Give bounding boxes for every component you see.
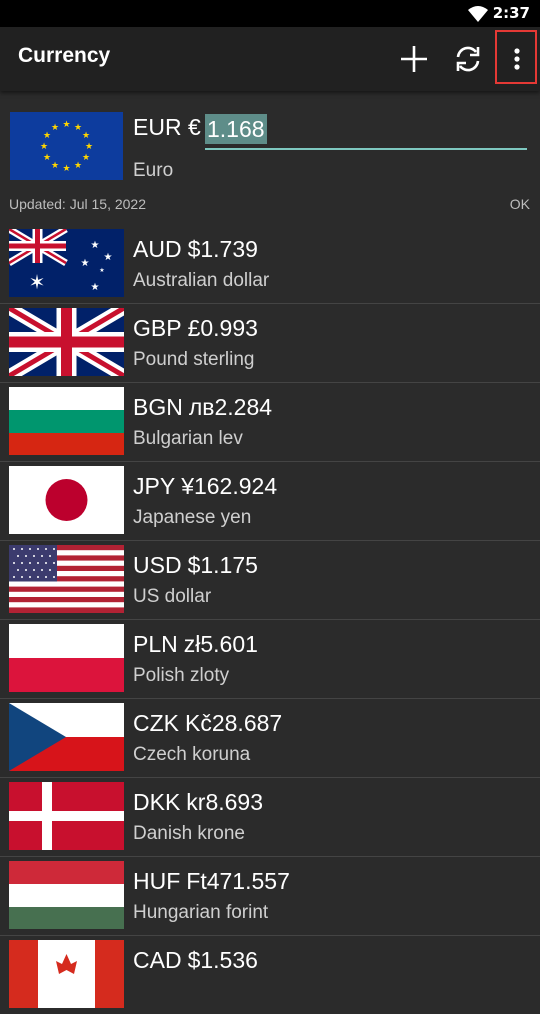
- gb-flag: [9, 308, 124, 376]
- us-flag: [9, 545, 124, 613]
- status-time: 2:37: [492, 4, 530, 22]
- dk-flag: [9, 782, 124, 850]
- add-currency-button[interactable]: [388, 27, 440, 91]
- currency-name: Bulgarian lev: [133, 428, 243, 449]
- refresh-button[interactable]: [442, 27, 494, 91]
- currency-code: GBP: [133, 315, 182, 341]
- currency-code: PLN: [133, 631, 178, 657]
- base-currency-name: Euro: [133, 160, 174, 181]
- svg-text:★: ★: [85, 142, 93, 152]
- currency-amount: ¥162.924: [181, 473, 278, 499]
- currency-code: USD: [133, 552, 182, 578]
- svg-text:★: ★: [82, 153, 90, 163]
- plus-icon: [401, 46, 427, 72]
- svg-text:★: ★: [51, 123, 59, 133]
- currency-amount: zł5.601: [183, 631, 258, 657]
- currency-amount: $1.536: [187, 947, 258, 973]
- currency-amount: kr8.693: [186, 789, 264, 815]
- svg-text:★: ★: [62, 164, 70, 174]
- base-currency-flag: ★ ★ ★ ★ ★ ★ ★ ★ ★ ★ ★ ★: [10, 112, 123, 180]
- currency-amount: Kč28.687: [185, 710, 283, 736]
- currency-code: CZK: [133, 710, 179, 736]
- currency-row-czk[interactable]: CZK Kč28.687 Czech koruna: [0, 698, 540, 778]
- svg-text:★: ★: [104, 252, 113, 263]
- svg-text:★: ★: [81, 258, 90, 269]
- currency-name: Polish zloty: [133, 665, 230, 686]
- highlight-box: [495, 30, 537, 84]
- bg-flag: [9, 387, 124, 455]
- eu-flag: ★ ★ ★ ★ ★ ★ ★ ★ ★ ★ ★ ★: [10, 112, 123, 180]
- currency-name: Danish krone: [133, 823, 245, 844]
- svg-text:★: ★: [43, 153, 51, 163]
- updated-date: Updated: Jul 15, 2022: [9, 196, 146, 212]
- currency-row-pln[interactable]: PLN zł5.601 Polish zloty: [0, 619, 540, 699]
- currency-code: BGN: [133, 394, 183, 420]
- currency-code: HUF: [133, 868, 181, 894]
- svg-text:★: ★: [74, 161, 82, 171]
- currency-row-cad[interactable]: CAD $1.536: [0, 935, 540, 1014]
- svg-text:★: ★: [91, 240, 100, 251]
- app-bar: Currency: [0, 27, 540, 91]
- base-currency-code: EUR €: [133, 114, 201, 140]
- svg-text:★: ★: [91, 282, 100, 293]
- base-amount-value[interactable]: 1.168: [205, 114, 267, 144]
- svg-text:★: ★: [43, 131, 51, 141]
- refresh-icon: [456, 46, 480, 72]
- wifi-icon: [468, 6, 488, 22]
- jp-flag: [9, 466, 124, 534]
- currency-amount: Ft471.557: [186, 868, 290, 894]
- currency-name: Australian dollar: [133, 270, 270, 291]
- currency-name: Hungarian forint: [133, 902, 269, 923]
- svg-text:★: ★: [74, 123, 82, 133]
- currency-amount: $1.739: [187, 236, 258, 262]
- currency-name: Czech koruna: [133, 744, 251, 765]
- hu-flag: [9, 861, 124, 929]
- currency-name: Pound sterling: [133, 349, 255, 370]
- status-ok: OK: [509, 196, 530, 212]
- currency-code: CAD: [133, 947, 182, 973]
- currency-row-usd[interactable]: USD $1.175 US dollar: [0, 540, 540, 620]
- currency-row-huf[interactable]: HUF Ft471.557 Hungarian forint: [0, 856, 540, 936]
- base-amount-input[interactable]: 1.168: [205, 112, 527, 150]
- svg-text:✶: ✶: [29, 270, 46, 294]
- currency-code: DKK: [133, 789, 181, 815]
- cz-flag: [9, 703, 124, 771]
- more-options-button[interactable]: [494, 27, 540, 91]
- currency-code: JPY: [133, 473, 176, 499]
- svg-text:★: ★: [40, 142, 48, 152]
- currency-code: AUD: [133, 236, 182, 262]
- currency-name: US dollar: [133, 586, 212, 607]
- svg-text:★: ★: [99, 267, 104, 274]
- status-bar: 2:37: [0, 0, 540, 27]
- currency-name: Japanese yen: [133, 507, 252, 528]
- currency-amount: лв2.284: [188, 394, 273, 420]
- currency-amount: £0.993: [187, 315, 258, 341]
- currency-row-dkk[interactable]: DKK kr8.693 Danish krone: [0, 777, 540, 857]
- currency-row-gbp[interactable]: GBP £0.993 Pound sterling: [0, 303, 540, 383]
- svg-text:★: ★: [82, 131, 90, 141]
- currency-row-bgn[interactable]: BGN лв2.284 Bulgarian lev: [0, 382, 540, 462]
- currency-row-jpy[interactable]: JPY ¥162.924 Japanese yen: [0, 461, 540, 541]
- svg-text:★: ★: [62, 120, 70, 130]
- currency-row-aud[interactable]: ✶ ★ ★ ★ ★ ★ AUD $1.739 Australian dollar: [0, 224, 540, 304]
- currency-amount: $1.175: [187, 552, 258, 578]
- page-title: Currency: [18, 44, 111, 67]
- svg-text:★: ★: [51, 161, 59, 171]
- au-flag: ✶ ★ ★ ★ ★ ★: [9, 229, 124, 297]
- ca-flag: [9, 940, 124, 1008]
- pl-flag: [9, 624, 124, 692]
